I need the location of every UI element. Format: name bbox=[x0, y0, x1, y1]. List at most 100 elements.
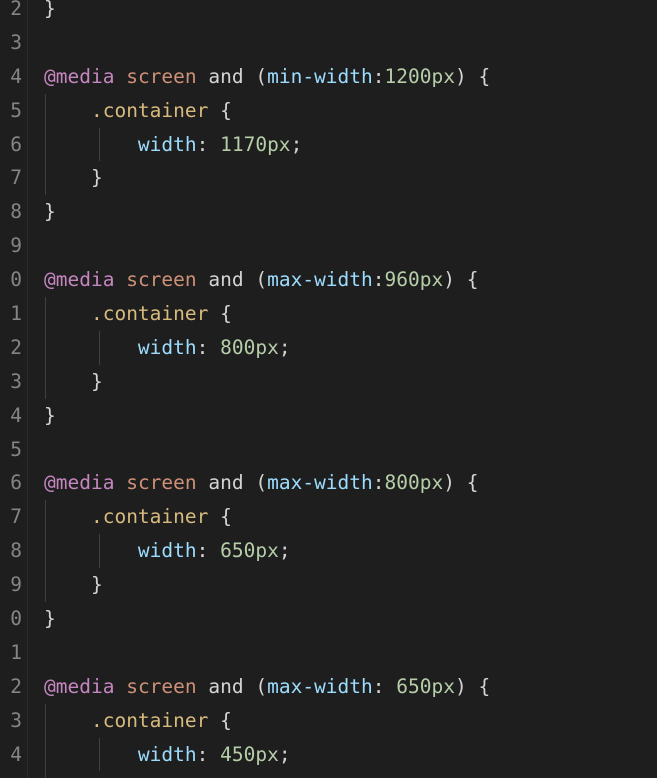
code-token: 800px bbox=[220, 335, 279, 359]
code-text[interactable]: } bbox=[44, 771, 103, 778]
code-text[interactable]: .container { bbox=[44, 297, 232, 331]
code-line[interactable]: 0} bbox=[0, 602, 657, 636]
line-number: 1 bbox=[10, 640, 22, 664]
code-token: : bbox=[372, 674, 397, 698]
line-number: 6 bbox=[10, 132, 22, 156]
code-text[interactable]: .container { bbox=[44, 94, 232, 128]
code-text[interactable]: @media screen and (max-width:960px) { bbox=[44, 263, 478, 297]
code-line[interactable]: 8 width: 650px; bbox=[0, 534, 657, 569]
code-line[interactable]: 2} bbox=[0, 0, 657, 26]
code-token: : bbox=[372, 268, 385, 292]
line-number: 6 bbox=[10, 471, 22, 495]
code-line[interactable]: 3 } bbox=[0, 364, 657, 399]
line-number: 5 bbox=[10, 437, 22, 461]
code-token: width bbox=[137, 132, 197, 156]
code-line[interactable]: 2 width: 800px; bbox=[0, 330, 657, 365]
line-number: 0 bbox=[10, 268, 22, 292]
code-token: ; bbox=[290, 132, 303, 156]
code-line[interactable]: 5 bbox=[0, 433, 657, 467]
code-text[interactable]: @media screen and (max-width: 650px) { bbox=[44, 670, 490, 704]
code-text[interactable]: } bbox=[44, 0, 56, 26]
code-line[interactable]: 9 } bbox=[0, 568, 657, 603]
code-line[interactable]: 4} bbox=[0, 399, 657, 433]
code-token: max-width bbox=[267, 674, 373, 698]
line-number: 3 bbox=[10, 30, 22, 54]
code-text[interactable]: width: 1170px; bbox=[44, 128, 302, 162]
code-token: screen bbox=[126, 471, 197, 495]
code-text[interactable]: width: 650px; bbox=[44, 534, 291, 568]
code-token: { bbox=[208, 505, 232, 529]
code-token: @media bbox=[44, 674, 115, 698]
code-editor[interactable]: 2} 3 4 @media screen and (min-width:1200px)… bbox=[0, 0, 657, 778]
code-text[interactable]: width: 800px; bbox=[44, 331, 291, 365]
code-line[interactable]: 8} bbox=[0, 195, 657, 229]
line-number: 0 bbox=[10, 607, 22, 631]
code-token: } bbox=[44, 403, 56, 427]
code-token: : bbox=[196, 539, 221, 563]
code-line[interactable]: 6 @media screen and (max-width:800px) { bbox=[0, 466, 657, 500]
line-number: 2 bbox=[10, 335, 22, 359]
code-token: } bbox=[44, 607, 56, 631]
code-token: @media bbox=[44, 471, 115, 495]
code-line[interactable]: 3 bbox=[0, 26, 657, 60]
code-line[interactable]: 6 width: 1170px; bbox=[0, 127, 657, 162]
code-token: max-width bbox=[267, 268, 373, 292]
line-number: 8 bbox=[10, 539, 22, 563]
line-number: 3 bbox=[10, 369, 22, 393]
code-text[interactable]: } bbox=[44, 568, 103, 602]
code-token: width bbox=[137, 335, 197, 359]
line-number: 1 bbox=[10, 302, 22, 326]
line-number: 5 bbox=[10, 98, 22, 122]
code-token: max-width bbox=[267, 471, 373, 495]
line-number: 2 bbox=[10, 674, 22, 698]
code-line[interactable]: 1 .container { bbox=[0, 297, 657, 331]
code-line[interactable]: 5 .container { bbox=[0, 93, 657, 128]
code-token: screen bbox=[126, 268, 197, 292]
code-token: : bbox=[372, 64, 385, 88]
code-text[interactable]: } bbox=[44, 399, 56, 433]
code-token: @media bbox=[44, 64, 115, 88]
code-token: screen bbox=[126, 674, 197, 698]
code-line[interactable]: 2 @media screen and (max-width: 650px) { bbox=[0, 670, 657, 704]
code-token: : bbox=[372, 471, 385, 495]
code-token: and ( bbox=[196, 268, 268, 292]
code-token: min-width bbox=[267, 64, 373, 88]
code-line[interactable]: 4 @media screen and (min-width:1200px) { bbox=[0, 60, 657, 94]
code-token: 650px bbox=[220, 539, 279, 563]
code-text[interactable]: @media screen and (max-width:800px) { bbox=[44, 466, 478, 500]
line-number: 4 bbox=[10, 403, 22, 427]
code-line[interactable]: 7 .container { bbox=[0, 500, 657, 535]
code-token: 800px bbox=[384, 471, 444, 495]
code-token: ; bbox=[278, 742, 291, 766]
code-text[interactable]: } bbox=[44, 365, 103, 399]
line-number: 7 bbox=[10, 505, 22, 529]
code-text[interactable]: } bbox=[44, 195, 56, 229]
code-text[interactable]: } bbox=[44, 602, 56, 636]
code-line[interactable]: 1 bbox=[0, 636, 657, 670]
code-line[interactable]: 0 @media screen and (max-width:960px) { bbox=[0, 263, 657, 297]
code-text[interactable]: width: 450px; bbox=[44, 738, 291, 772]
code-lines-container[interactable]: 2} 3 4 @media screen and (min-width:1200px)… bbox=[0, 0, 657, 778]
code-token: ) { bbox=[443, 268, 479, 292]
code-text[interactable]: .container { bbox=[44, 704, 232, 738]
code-text[interactable]: } bbox=[44, 161, 103, 195]
code-token: 450px bbox=[220, 742, 279, 766]
code-token: { bbox=[208, 98, 232, 122]
code-token: @media bbox=[44, 268, 115, 292]
code-text[interactable]: .container { bbox=[44, 500, 232, 534]
code-line[interactable]: 7 } bbox=[0, 161, 657, 196]
code-line[interactable]: 9 bbox=[0, 229, 657, 263]
code-line[interactable]: 4 width: 450px; bbox=[0, 737, 657, 772]
code-token: : bbox=[196, 132, 221, 156]
code-text[interactable]: @media screen and (min-width:1200px) { bbox=[44, 60, 490, 94]
code-line[interactable]: 5 } bbox=[0, 771, 657, 778]
code-line[interactable]: 3 .container { bbox=[0, 703, 657, 738]
line-number: 2 bbox=[10, 0, 22, 20]
